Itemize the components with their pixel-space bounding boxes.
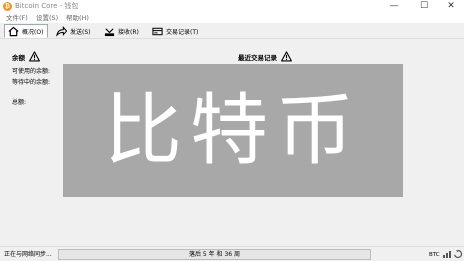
menu-file[interactable]: 文件(F) <box>6 14 28 22</box>
sync-progress-bar: 落后 5 年 和 36 周 <box>58 249 371 260</box>
menu-bar: 文件(F) 设置(S) 帮助(H) <box>0 13 464 23</box>
tab-overview[interactable]: 概况(O) <box>4 24 49 38</box>
sync-icon[interactable] <box>453 249 463 259</box>
total-balance-label: 总额: <box>12 99 27 106</box>
bitcoin-watermark-overlay: 比特币 <box>63 64 403 197</box>
menu-settings[interactable]: 设置(S) <box>36 14 58 22</box>
receive-icon <box>103 25 115 37</box>
warning-icon[interactable] <box>29 51 40 62</box>
transactions-icon <box>151 25 163 37</box>
home-icon <box>7 25 19 37</box>
tab-send-label: 发送(S) <box>70 28 91 36</box>
minimize-button[interactable]: — <box>380 0 408 13</box>
tab-transactions-label: 交易记录(T) <box>166 28 199 36</box>
overlay-text: 比特币 <box>103 85 362 176</box>
sync-status-text: 正在与网络同步... <box>4 251 52 258</box>
tab-receive-label: 接收(R) <box>118 28 139 36</box>
send-arrow-icon <box>55 25 67 37</box>
available-balance-label: 可使用的余额: <box>12 68 51 75</box>
window-title: Bitcoin Core - 钱包 <box>15 2 79 10</box>
maximize-button[interactable]: ☐ <box>410 0 438 13</box>
toolbar: 概况(O) 发送(S) 接收(R) 交易记录(T) <box>0 23 464 39</box>
network-icon[interactable] <box>442 249 452 259</box>
tab-send[interactable]: 发送(S) <box>53 24 95 38</box>
tab-receive[interactable]: 接收(R) <box>101 24 143 38</box>
tab-overview-label: 概况(O) <box>22 28 44 36</box>
warning-icon[interactable] <box>281 51 292 62</box>
overview-page: 余额 可使用的余额: 等待中的余额: 总额: 最近交易记录 比特币 <box>0 39 464 246</box>
balance-heading-label: 余额 <box>12 53 25 62</box>
status-bar: 正在与网络同步... 落后 5 年 和 36 周 BTC <box>0 246 464 261</box>
tab-transactions[interactable]: 交易记录(T) <box>149 24 202 38</box>
recent-transactions-label: 最近交易记录 <box>238 53 277 62</box>
menu-help[interactable]: 帮助(H) <box>66 14 89 22</box>
sync-progress-text: 落后 5 年 和 36 周 <box>189 251 240 258</box>
close-button[interactable]: ✕ <box>437 0 464 13</box>
title-bar: ₿ Bitcoin Core - 钱包 — ☐ ✕ <box>0 0 464 13</box>
pending-balance-label: 等待中的余额: <box>12 79 51 86</box>
unit-label[interactable]: BTC <box>429 251 440 259</box>
recent-transactions-heading: 最近交易记录 <box>238 51 292 62</box>
balance-heading: 余额 <box>12 51 40 62</box>
bitcoin-logo-icon: ₿ <box>3 2 12 11</box>
